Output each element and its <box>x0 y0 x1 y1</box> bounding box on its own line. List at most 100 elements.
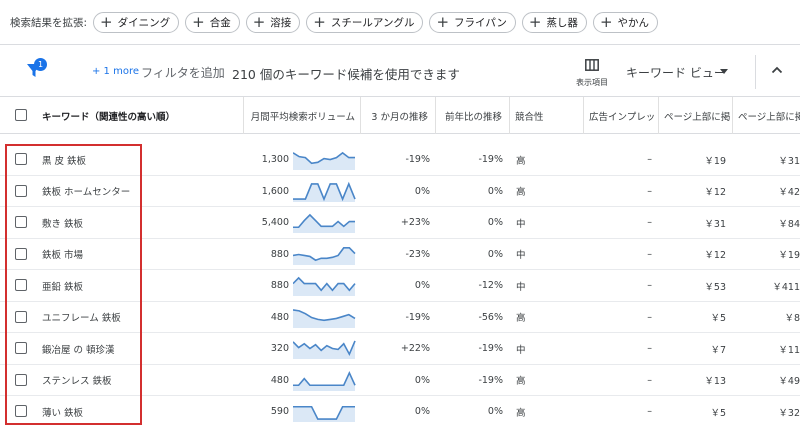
keyword-cell: 黒 皮 鉄板 <box>42 155 87 167</box>
expand-chip[interactable]: + やかん <box>592 11 659 33</box>
chevron-down-icon[interactable] <box>720 69 728 74</box>
header-top-bid-high[interactable]: ページ上部に掲 <box>738 97 800 134</box>
row-checkbox[interactable] <box>15 184 27 197</box>
expand-chip[interactable]: + 溶接 <box>245 11 301 33</box>
keyword-cell: 敷き 鉄板 <box>42 218 84 230</box>
expand-chip[interactable]: + ダイニング <box>93 11 180 33</box>
column-divider <box>509 97 510 134</box>
yoy-cell: -12% <box>478 280 503 291</box>
chevron-up-icon[interactable] <box>770 63 784 77</box>
volume-cell: 880 <box>270 248 289 260</box>
table-row[interactable]: 黒 皮 鉄板 1,300 -19% -19% 高 – ￥19 ￥31 <box>0 144 800 176</box>
keyword-cell: ステンレス 鉄板 <box>42 376 112 387</box>
row-checkbox[interactable] <box>15 405 27 417</box>
competition-cell: 中 <box>516 250 526 261</box>
row-checkbox[interactable] <box>15 153 27 165</box>
top-bid-high-cell: ￥31 <box>778 155 800 167</box>
row-checkbox[interactable] <box>15 216 27 228</box>
trend-3m-cell: +22% <box>400 343 430 354</box>
add-filter-button[interactable]: フィルタを追加 <box>141 64 225 81</box>
sparkline-area <box>293 340 355 359</box>
ad-impression-cell: – <box>647 374 652 386</box>
keyword-cell: 鉄板 ホームセンター <box>42 187 131 198</box>
table-row[interactable]: 鉄板 市場 880 -23% 0% 中 – ￥12 ￥19 <box>0 239 800 270</box>
table-row[interactable]: 鍛冶屋 の 頓珍漢 320 +22% -19% 中 – ￥7 ￥11 <box>0 333 800 365</box>
competition-cell: 高 <box>516 313 526 324</box>
expand-chip-list: + ダイニング + 合金 + 溶接 + スチールアングル + フライパン + 蒸し器 + やかん <box>93 11 664 33</box>
filter-toolbar: 1 + 1 more フィルタを追加 210 個のキーワード候補を使用できます … <box>0 44 800 96</box>
header-competition[interactable]: 競合性 <box>515 97 580 134</box>
top-bid-high-cell: ￥84 <box>778 218 800 230</box>
keyword-view-dropdown[interactable]: キーワード ビュー <box>626 64 726 81</box>
ad-impression-cell: – <box>647 311 652 323</box>
plus-icon: + <box>252 12 266 31</box>
yoy-cell: 0% <box>487 248 503 260</box>
available-keywords-text: 210 個のキーワード候補を使用できます <box>232 67 460 82</box>
header-yoy[interactable]: 前年比の推移 <box>437 97 504 134</box>
expand-chip-label: 蒸し器 <box>546 16 578 29</box>
expand-chip[interactable]: + フライパン <box>429 11 516 33</box>
expand-chip[interactable]: + 蒸し器 <box>521 11 587 33</box>
column-divider <box>658 97 659 134</box>
table-row[interactable]: ユニフレーム 鉄板 480 -19% -56% 高 – ￥5 ￥8 <box>0 302 800 333</box>
table-row[interactable]: 敷き 鉄板 5,400 +23% 0% 中 – ￥31 ￥84 <box>0 207 800 239</box>
keyword-cell: 薄い 鉄板 <box>42 407 84 419</box>
volume-cell: 880 <box>270 280 289 291</box>
plus-icon: + <box>100 12 113 31</box>
row-checkbox[interactable] <box>15 373 27 386</box>
ad-impression-cell: – <box>647 406 652 417</box>
expand-chip[interactable]: + スチールアングル <box>306 11 424 33</box>
trend-3m-cell: -19% <box>405 311 430 323</box>
ad-impression-cell: – <box>647 185 652 197</box>
table-row[interactable]: 薄い 鉄板 590 0% 0% 高 – ￥5 ￥32 <box>0 396 800 426</box>
ad-impression-cell: – <box>647 217 652 228</box>
competition-cell: 高 <box>516 155 526 167</box>
trend-sparkline <box>293 276 356 296</box>
trend-sparkline <box>293 246 356 265</box>
more-filters-link[interactable]: + 1 more <box>92 66 139 77</box>
table-row[interactable]: 亜鉛 鉄板 880 0% -12% 中 – ￥53 ￥411 <box>0 270 800 302</box>
ad-impression-cell: – <box>647 248 652 260</box>
header-volume[interactable]: 月間平均検索ボリューム <box>245 97 357 134</box>
columns-label[interactable]: 表示項目 <box>576 77 608 88</box>
trend-3m-cell: 0% <box>414 406 430 417</box>
table-row[interactable]: ステンレス 鉄板 480 0% -19% 高 – ￥13 ￥49 <box>0 365 800 396</box>
header-keyword[interactable]: キーワード（関連性の高い順） <box>42 97 237 134</box>
columns-icon[interactable] <box>585 59 599 71</box>
top-bid-low-cell: ￥53 <box>704 281 726 293</box>
row-checkbox[interactable] <box>15 342 27 354</box>
ad-impression-cell: – <box>647 343 652 354</box>
row-checkbox[interactable] <box>15 247 27 260</box>
row-checkbox[interactable] <box>15 279 27 291</box>
keyword-cell: 亜鉛 鉄板 <box>42 281 84 293</box>
table-header: キーワード（関連性の高い順） 月間平均検索ボリューム 3 か月の推移 前年比の推… <box>0 96 800 134</box>
expand-chip-label: やかん <box>617 16 650 29</box>
trend-sparkline <box>293 308 356 328</box>
trend-3m-cell: -23% <box>405 248 430 260</box>
ad-impression-cell: – <box>647 154 652 165</box>
plus-icon: + <box>192 12 205 31</box>
trend-sparkline <box>293 405 355 422</box>
trend-3m-cell: 0% <box>414 280 430 291</box>
volume-cell: 5,400 <box>261 217 289 228</box>
sparkline-area <box>293 247 355 265</box>
header-ad-impression-share[interactable]: 広告インプレッ <box>589 97 655 134</box>
yoy-cell: -19% <box>478 154 503 165</box>
expand-chip-label: 溶接 <box>270 16 292 29</box>
expand-chip[interactable]: + 合金 <box>185 11 240 33</box>
plus-icon: + <box>599 12 613 31</box>
table-row[interactable]: 鉄板 ホームセンター 1,600 0% 0% 高 – ￥12 ￥42 <box>0 176 800 207</box>
competition-cell: 中 <box>516 218 526 230</box>
trend-sparkline <box>293 213 355 233</box>
trend-sparkline <box>293 340 356 359</box>
volume-cell: 480 <box>270 311 289 323</box>
trend-sparkline <box>293 181 356 202</box>
select-all-checkbox[interactable] <box>15 109 27 121</box>
yoy-cell: 0% <box>487 406 503 417</box>
header-top-bid-low[interactable]: ページ上部に掲 <box>664 97 730 134</box>
top-bid-low-cell: ￥5 <box>710 407 726 419</box>
column-divider <box>732 97 733 134</box>
row-checkbox[interactable] <box>15 310 27 323</box>
yoy-cell: 0% <box>487 217 503 228</box>
header-trend-3m[interactable]: 3 か月の推移 <box>362 97 430 134</box>
